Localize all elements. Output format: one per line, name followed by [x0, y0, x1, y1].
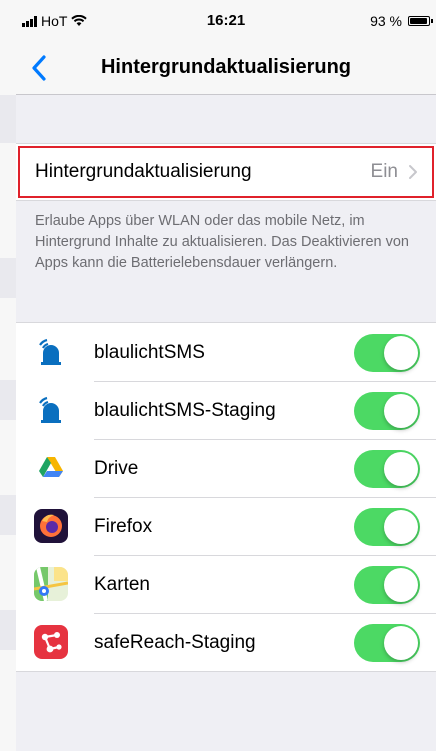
chevron-right-icon [409, 165, 417, 179]
app-row-karten: Karten [16, 555, 436, 613]
maps-icon [34, 567, 68, 601]
app-name: Drive [94, 458, 139, 479]
toggle-switch[interactable] [354, 334, 420, 372]
app-row-blaulichtsms-staging: blaulichtSMS-Staging [16, 381, 436, 439]
google-drive-icon [34, 451, 68, 485]
toggle-switch[interactable] [354, 392, 420, 430]
toggle-knob [384, 510, 418, 544]
battery-percent: 93 % [370, 13, 402, 29]
background-screen-edge [0, 0, 16, 751]
app-row-firefox: Firefox [16, 497, 436, 555]
toggle-switch[interactable] [354, 450, 420, 488]
blaulichtsms-icon [34, 335, 68, 369]
app-name: Karten [94, 574, 150, 595]
app-name: Firefox [94, 516, 153, 537]
blaulichtsms-staging-icon [34, 393, 68, 427]
status-bar: HoT 16:21 93 % [16, 0, 436, 42]
page-title: Hintergrundaktualisierung [100, 56, 352, 78]
toggle-switch[interactable] [354, 508, 420, 546]
toggle-switch[interactable] [354, 624, 420, 662]
toggle-knob [384, 394, 418, 428]
toggle-switch[interactable] [354, 566, 420, 604]
toggle-knob [384, 626, 418, 660]
app-name: blaulichtSMS [94, 342, 205, 363]
setting-label: Hintergrundaktualisierung [35, 161, 252, 182]
status-right: 93 % [370, 13, 433, 29]
toggle-knob [384, 336, 418, 370]
toggle-knob [384, 568, 418, 602]
safereach-icon [34, 625, 68, 659]
background-refresh-setting-row[interactable]: Hintergrundaktualisierung Ein [16, 143, 436, 201]
setting-description: Erlaube Apps über WLAN oder das mobile N… [35, 213, 409, 271]
app-name: blaulichtSMS-Staging [94, 400, 276, 421]
app-row-safereach-staging: safeReach-Staging [16, 613, 436, 671]
app-row-drive: Drive [16, 439, 436, 497]
app-row-blaulichtsms: blaulichtSMS [16, 323, 436, 381]
app-list: blaulichtSMS blaulichtSMS-Staging Drive … [16, 322, 436, 672]
firefox-icon [34, 509, 68, 543]
settings-screen: HoT 16:21 93 % Hintergrundaktualisierung… [16, 0, 436, 751]
battery-icon [408, 16, 433, 26]
app-name: safeReach-Staging [94, 632, 256, 653]
setting-value: Ein [370, 161, 398, 182]
navigation-bar: Hintergrundaktualisierung [16, 42, 436, 95]
toggle-knob [384, 452, 418, 486]
